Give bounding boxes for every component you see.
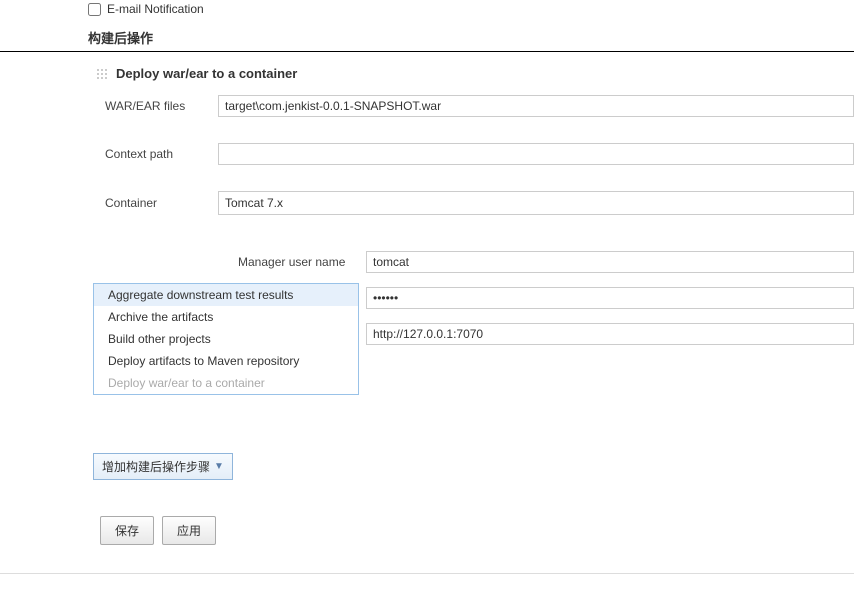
email-notification-label: E-mail Notification — [107, 2, 204, 16]
dropdown-item-deploy-war: Deploy war/ear to a container — [94, 372, 358, 394]
container-select[interactable]: Tomcat 7.x — [218, 191, 854, 215]
add-step-label: 增加构建后操作步骤 — [102, 458, 210, 475]
footer-divider — [0, 573, 854, 574]
section-title: 构建后操作 — [0, 22, 854, 52]
container-label: Container — [105, 196, 218, 210]
add-post-build-step-button[interactable]: 增加构建后操作步骤 ▼ — [93, 453, 233, 480]
main-content: E-mail Notification 构建后操作 Deploy war/ear… — [0, 0, 854, 594]
container-row: Container Tomcat 7.x — [0, 187, 854, 219]
bottom-buttons: 保存 应用 — [100, 516, 854, 545]
manager-user-label: Manager user name — [238, 255, 366, 269]
dropdown-item-archive[interactable]: Archive the artifacts — [94, 306, 358, 328]
war-ear-row: WAR/EAR files — [0, 91, 854, 121]
war-ear-input[interactable] — [218, 95, 854, 117]
email-notification-checkbox[interactable] — [88, 3, 101, 16]
save-button[interactable]: 保存 — [100, 516, 154, 545]
apply-button[interactable]: 应用 — [162, 516, 216, 545]
dropdown-item-build-other[interactable]: Build other projects — [94, 328, 358, 350]
tomcat-url-input[interactable] — [366, 323, 854, 345]
add-step-dropdown: Aggregate downstream test results Archiv… — [93, 283, 359, 395]
drag-handle-icon[interactable] — [96, 68, 108, 80]
manager-user-input[interactable] — [366, 251, 854, 273]
war-ear-label: WAR/EAR files — [105, 99, 218, 113]
context-path-row: Context path — [0, 139, 854, 169]
manager-user-row: Manager user name — [0, 247, 854, 277]
context-path-label: Context path — [105, 147, 218, 161]
email-notification-row: E-mail Notification — [0, 0, 854, 22]
context-path-input[interactable] — [218, 143, 854, 165]
dropdown-item-aggregate[interactable]: Aggregate downstream test results — [94, 284, 358, 306]
manager-password-input[interactable] — [366, 287, 854, 309]
deploy-header: Deploy war/ear to a container — [0, 66, 854, 81]
chevron-down-icon: ▼ — [214, 461, 224, 472]
dropdown-item-deploy-maven[interactable]: Deploy artifacts to Maven repository — [94, 350, 358, 372]
deploy-section-title: Deploy war/ear to a container — [116, 66, 297, 81]
container-value: Tomcat 7.x — [225, 196, 283, 210]
